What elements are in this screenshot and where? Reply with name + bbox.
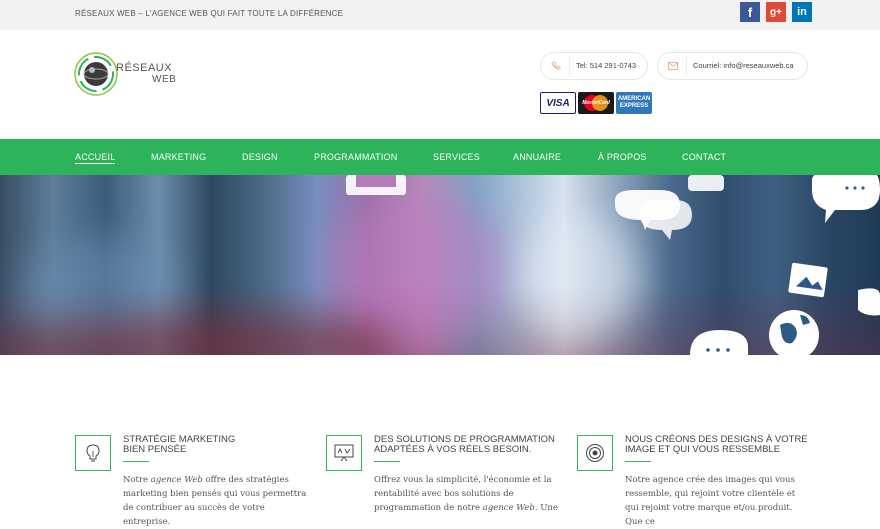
nav-item-accueil[interactable]: ACCUEIL <box>75 152 116 164</box>
feature-title-line2: ADAPTÉES À VOS RÉELS BESOIN. <box>374 444 532 455</box>
mastercard-icon: MasterCard <box>578 92 614 114</box>
site-tagline: RÉSEAUX WEB – L'AGENCE WEB QUI FAIT TOUT… <box>75 9 344 18</box>
feature-title-line2: BIEN PENSÉE <box>123 444 187 455</box>
nav-item-contact[interactable]: CONTACT <box>682 152 726 162</box>
feature-title: DES SOLUTIONS DE PROGRAMMATION ADAPTÉES … <box>374 435 564 455</box>
google-plus-icon[interactable]: g+ <box>766 2 786 22</box>
nav-item-marketing[interactable]: MARKETING <box>151 152 206 162</box>
feature-title: STRATÉGIE MARKETING BIEN PENSÉE <box>123 435 313 455</box>
feature-divider <box>374 461 400 462</box>
logo-globe-icon <box>74 52 118 96</box>
feature-marketing: STRATÉGIE MARKETING BIEN PENSÉE Notre ag… <box>75 435 315 527</box>
feature-body: Offrez vous la simplicité, l'économie et… <box>374 473 559 515</box>
pill-divider <box>569 56 570 76</box>
phone-icon <box>547 57 565 75</box>
facebook-icon[interactable]: f <box>740 2 760 22</box>
feature-body-text: Notre agence crée des images qui vous re… <box>625 475 796 527</box>
feature-divider <box>123 461 149 462</box>
linkedin-icon[interactable]: in <box>792 2 812 22</box>
feature-body-emphasis: agence Web <box>482 503 535 513</box>
nav-item-design[interactable]: DESIGN <box>242 152 278 162</box>
visa-card-icon: VISA <box>540 92 576 114</box>
feature-programmation: DES SOLUTIONS DE PROGRAMMATION ADAPTÉES … <box>326 435 566 525</box>
speech-bubble-icon <box>640 200 692 240</box>
main-nav: ACCUEIL MARKETING DESIGN PROGRAMMATION S… <box>0 139 880 175</box>
mastercard-label: MasterCard <box>582 100 610 106</box>
phone-pill[interactable]: Tel: 514 291-0743 <box>540 52 648 80</box>
tablet-screen <box>356 175 396 187</box>
hero-icons <box>346 175 880 355</box>
nav-item-services[interactable]: SERVICES <box>433 152 480 162</box>
email-address: Courriel: info@reseauxweb.ca <box>693 61 794 70</box>
site-logo[interactable]: RÉSEAUX WEB <box>74 50 189 100</box>
nav-item-annuaire[interactable]: ANNUAIRE <box>513 152 561 162</box>
feature-title: NOUS CRÉONS DES DESIGNS À VOTRE IMAGE ET… <box>625 435 815 455</box>
feature-body: Notre agence Web offre des stratégies ma… <box>123 473 308 529</box>
amex-card-icon: AMERICAN EXPRESS <box>616 92 652 114</box>
pill-divider <box>686 56 687 76</box>
logo-text-web: WEB <box>152 74 177 85</box>
logo-text-reseaux: RÉSEAUX <box>116 62 173 74</box>
feature-body: Notre agence crée des images qui vous re… <box>625 473 810 529</box>
phone-number: Tel: 514 291-0743 <box>576 61 637 70</box>
site-header: RÉSEAUX WEB Tel: 514 291-0743 Courriel: … <box>0 30 880 138</box>
feature-body-text: Notre <box>123 475 151 485</box>
feature-title-line2: IMAGE ET QUI VOUS RESSEMBLE <box>625 444 781 455</box>
nav-item-a-propos[interactable]: À PROPOS <box>598 152 647 162</box>
hero-banner <box>0 175 880 355</box>
message-card-icon <box>688 175 724 191</box>
feature-body-text: . Une <box>534 503 558 513</box>
feature-design: NOUS CRÉONS DES DESIGNS À VOTRE IMAGE ET… <box>577 435 817 527</box>
feature-body-emphasis: agence Web <box>150 475 203 485</box>
top-bar: RÉSEAUX WEB – L'AGENCE WEB QUI FAIT TOUT… <box>0 0 880 30</box>
nav-item-programmation[interactable]: PROGRAMMATION <box>314 152 397 162</box>
code-board-icon <box>326 435 362 471</box>
target-icon <box>577 435 613 471</box>
chat-bubble-icon <box>812 175 880 223</box>
mail-icon <box>664 57 682 75</box>
email-pill[interactable]: Courriel: info@reseauxweb.ca <box>657 52 808 80</box>
lightbulb-icon <box>75 435 111 471</box>
coffee-cup-icon <box>858 288 880 316</box>
payment-cards: VISA MasterCard AMERICAN EXPRESS <box>540 92 652 116</box>
feature-divider <box>625 461 651 462</box>
